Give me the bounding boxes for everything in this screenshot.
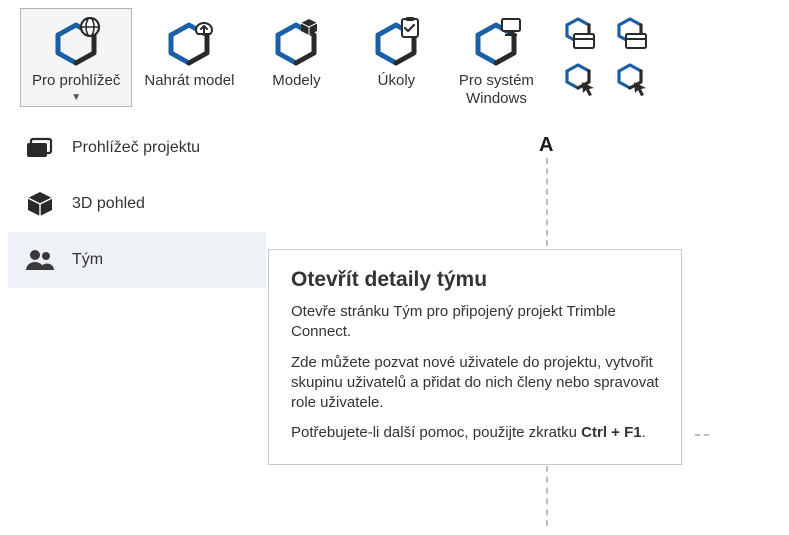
cube-monitor-icon (470, 14, 522, 70)
cube-checklist-icon (370, 14, 422, 70)
toolbar-label: Pro prohlížeč (32, 72, 120, 90)
new-window-icon[interactable] (556, 14, 600, 54)
chevron-down-icon: ▼ (71, 92, 81, 103)
folders-icon (26, 134, 54, 162)
cube-upload-icon (163, 14, 215, 70)
toolbar-button-windows[interactable]: Pro systém Windows (446, 8, 546, 112)
tooltip-paragraph: Otevře stránku Tým pro připojený projekt… (291, 302, 659, 343)
cube-icon (26, 190, 54, 218)
select-cube-alt-icon[interactable] (608, 60, 652, 100)
menu-item-3d-view[interactable]: 3D pohled (8, 176, 266, 232)
toolbar-label: Nahrát model (144, 72, 234, 90)
menu-label: 3D pohled (72, 195, 145, 213)
menu-item-project-browser[interactable]: Prohlížeč projektu (8, 120, 266, 176)
toolbar-label: Pro systém Windows (459, 72, 534, 108)
menu-item-team[interactable]: Tým (8, 232, 266, 288)
guide-line-vertical (546, 466, 548, 526)
people-icon (26, 246, 54, 274)
toolbar: Pro prohlížeč ▼ Nahrát model Modely (0, 0, 789, 112)
toolbar-button-models[interactable]: Modely (246, 8, 346, 94)
tooltip-text: . (642, 424, 646, 441)
tooltip-paragraph: Potřebujete-li další pomoc, použijte zkr… (291, 423, 659, 443)
toolbar-icon-grid (546, 8, 662, 106)
guide-line-vertical (546, 158, 548, 246)
canvas-marker: A (539, 134, 553, 157)
new-window-alt-icon[interactable] (608, 14, 652, 54)
guide-line-horizontal (695, 434, 709, 436)
toolbar-button-browser[interactable]: Pro prohlížeč ▼ (20, 8, 132, 107)
tooltip-shortcut: Ctrl + F1 (581, 424, 641, 441)
toolbar-button-tasks[interactable]: Úkoly (346, 8, 446, 94)
tooltip-panel: Otevřít detaily týmu Otevře stránku Tým … (268, 249, 682, 465)
tooltip-text: Potřebujete-li další pomoc, použijte zkr… (291, 424, 581, 441)
browser-dropdown-menu: Prohlížeč projektu 3D pohled Tým (8, 120, 266, 288)
toolbar-button-upload[interactable]: Nahrát model (132, 8, 246, 94)
menu-label: Prohlížeč projektu (72, 139, 200, 157)
select-cube-icon[interactable] (556, 60, 600, 100)
tooltip-title: Otevřít detaily týmu (291, 268, 659, 292)
tooltip-paragraph: Zde můžete pozvat nové uživatele do proj… (291, 353, 659, 414)
cube-solid-icon (270, 14, 322, 70)
toolbar-label: Úkoly (378, 72, 416, 90)
cube-globe-icon (50, 14, 102, 70)
menu-label: Tým (72, 251, 103, 269)
toolbar-label: Modely (272, 72, 320, 90)
